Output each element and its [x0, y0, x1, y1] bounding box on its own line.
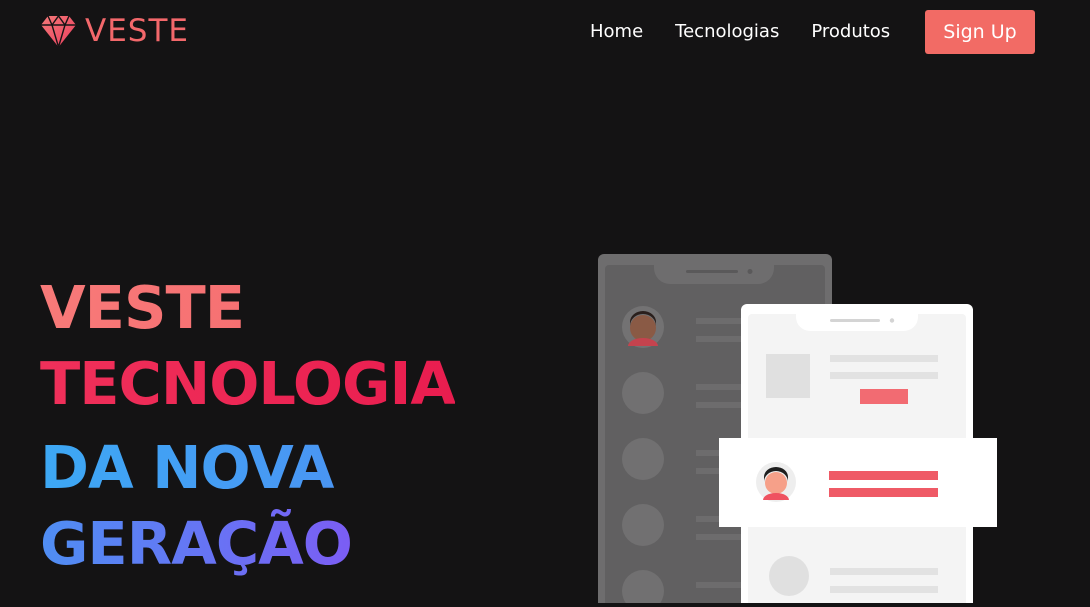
hero-line-2: TECNOLOGIA — [40, 346, 456, 422]
hero-line-3: DA NOVA — [40, 430, 455, 506]
nav-link-tecnologias[interactable]: Tecnologias — [675, 20, 779, 44]
highlighted-chat-card — [719, 438, 997, 527]
brand-name: VESTE — [85, 13, 189, 49]
brand-logo[interactable]: VESTE — [40, 14, 189, 48]
hero-line-1: VESTE — [40, 270, 455, 346]
phones-chat-illustration — [598, 254, 998, 607]
navbar: VESTE Home Tecnologias Produtos Sign Up — [0, 0, 1090, 64]
main-nav: Home Tecnologias Produtos — [590, 20, 922, 44]
nav-link-produtos[interactable]: Produtos — [811, 20, 890, 44]
nav-link-home[interactable]: Home — [590, 20, 643, 44]
hero-line-4: GERAÇÃO — [40, 506, 455, 582]
hero-title: VESTE TECNOLOGIA DA NOVA GERAÇÃO — [40, 270, 456, 582]
signup-button[interactable]: Sign Up — [925, 10, 1035, 54]
diamond-icon — [40, 14, 77, 48]
